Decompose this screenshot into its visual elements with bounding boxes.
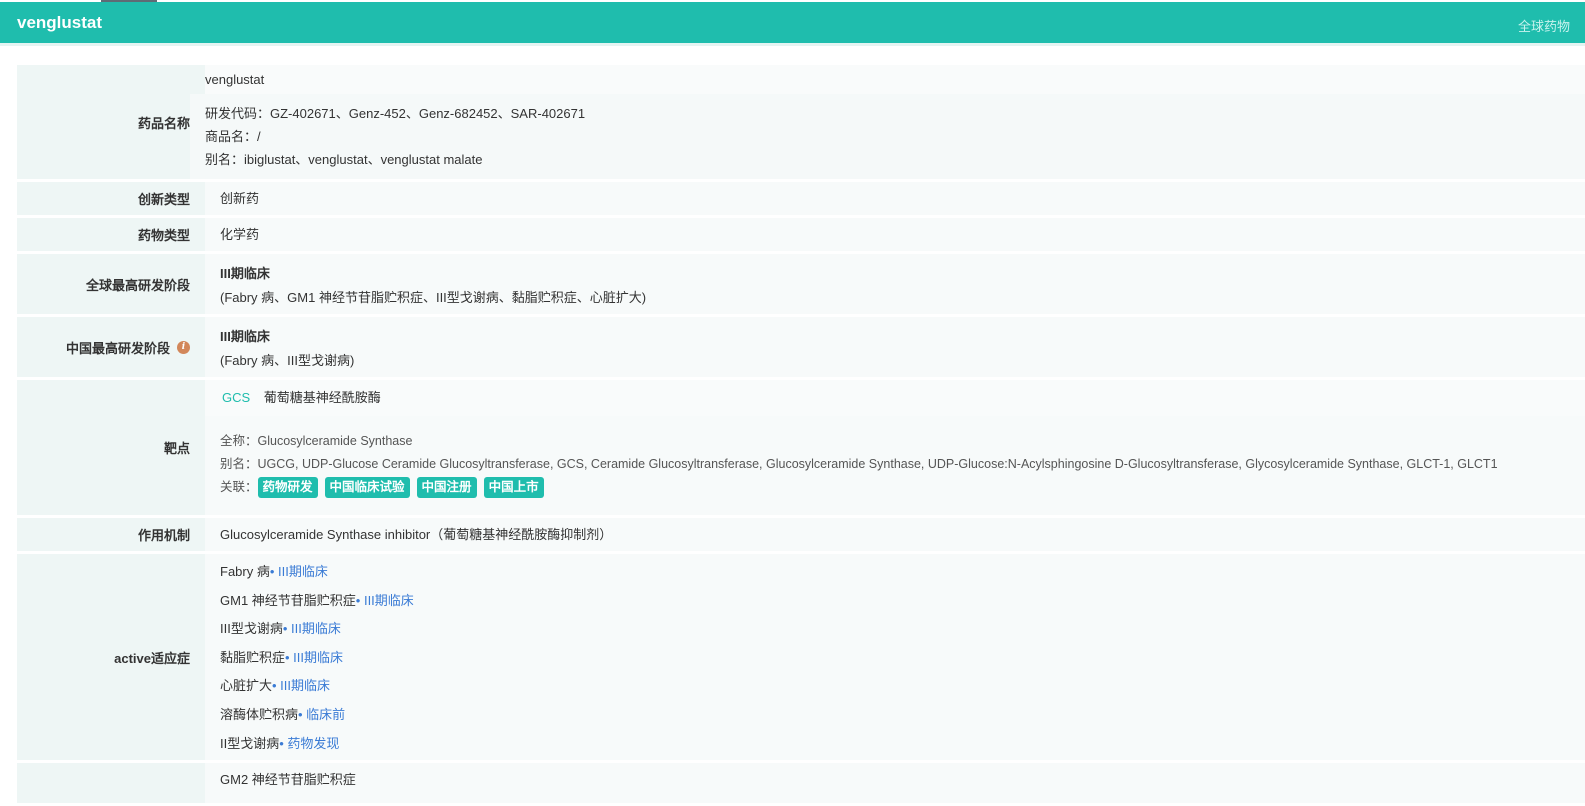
row-innovation: 创新类型 创新药 [17, 182, 1585, 215]
indication-name: 黏脂贮积症 [220, 649, 286, 665]
indication-item: III型戈谢病• III期临床 [220, 615, 1585, 644]
indication-item: 黏脂贮积症• III期临床 [220, 644, 1585, 673]
row-drug-type: 药物类型 化学药 [17, 218, 1585, 251]
row-target: 靶点 GCS 葡萄糖基神经酰胺酶 全称：Glucosylceramide Syn… [17, 380, 1585, 515]
partial-indication: GM2 神经节苷脂贮积症 [220, 772, 356, 787]
china-stage-detail: (Fabry 病、III型戈谢病) [220, 353, 355, 368]
value-drug-name: venglustat 研发代码：GZ-402671、Genz-452、Genz-… [190, 65, 1585, 179]
value-innovation: 创新药 [205, 182, 1585, 215]
label-china-stage-text: 中国最高研发阶段 [65, 340, 170, 356]
indication-name: 心脏扩大 [220, 678, 273, 694]
value-target: GCS 葡萄糖基神经酰胺酶 全称：Glucosylceramide Syntha… [205, 380, 1585, 515]
value-partial: GM2 神经节苷脂贮积症 [205, 763, 1585, 803]
target-full-name: 全称：Glucosylceramide Synthase [220, 434, 413, 448]
header-divider [0, 43, 1585, 46]
label-china-stage: 中国最高研发阶段 i [17, 317, 205, 377]
row-indications: active适应症 Fabry 病• III期临床 GM1 神经节苷脂贮积症• … [17, 554, 1585, 760]
drug-title: venglustat [17, 13, 103, 32]
drug-info-table: 药品名称 venglustat 研发代码：GZ-402671、Genz-452、… [17, 65, 1585, 806]
indication-stage-link[interactable]: • III期临床 [270, 564, 328, 579]
indication-item: GM1 神经节苷脂贮积症• III期临床 [220, 587, 1585, 616]
row-china-stage: 中国最高研发阶段 i III期临床 (Fabry 病、III型戈谢病) [17, 317, 1585, 377]
tag-china-registration[interactable]: 中国注册 [416, 477, 477, 498]
row-global-stage: 全球最高研发阶段 III期临床 (Fabry 病、GM1 神经节苷脂贮积症、II… [17, 254, 1585, 314]
target-related: 关联： 药物研发 中国临床试验 中国注册 中国上市 [220, 476, 1585, 499]
related-label: 关联： [220, 480, 258, 494]
target-code-link[interactable]: GCS [222, 390, 250, 405]
label-target: 靶点 [17, 380, 205, 515]
label-innovation: 创新类型 [17, 182, 205, 215]
tag-china-launch[interactable]: 中国上市 [483, 477, 544, 498]
indication-stage-link[interactable]: • III期临床 [283, 621, 341, 636]
row-drug-name: 药品名称 venglustat 研发代码：GZ-402671、Genz-452、… [17, 65, 1585, 179]
global-stage-detail: (Fabry 病、GM1 神经节苷脂贮积症、III型戈谢病、黏脂贮积症、心脏扩大… [220, 290, 647, 305]
indication-name: II型戈谢病 [220, 735, 280, 751]
indication-stage-link[interactable]: • 临床前 [298, 707, 345, 722]
value-global-stage: III期临床 (Fabry 病、GM1 神经节苷脂贮积症、III型戈谢病、黏脂贮… [205, 254, 1585, 314]
tag-drug-research[interactable]: 药物研发 [257, 477, 318, 498]
label-mechanism: 作用机制 [17, 518, 205, 551]
label-drug-name: 药品名称 [17, 65, 205, 179]
row-mechanism: 作用机制 Glucosylceramide Synthase inhibitor… [17, 518, 1585, 551]
global-stage-phase: III期临床 [220, 266, 270, 281]
indication-stage-link[interactable]: • III期临床 [272, 678, 330, 693]
indication-item: Fabry 病• III期临床 [220, 558, 1585, 587]
info-icon[interactable]: i [177, 340, 190, 354]
global-drug-link[interactable]: 全球药物 [1518, 16, 1570, 35]
label-partial [17, 763, 205, 803]
label-drug-type: 药物类型 [17, 218, 205, 251]
indication-name: III型戈谢病 [220, 621, 283, 637]
indication-stage-link[interactable]: • III期临床 [356, 593, 414, 608]
value-drug-type: 化学药 [205, 218, 1585, 251]
page-header: venglustat 全球药物 [0, 2, 1585, 43]
indication-name: Fabry 病 [220, 564, 270, 579]
indication-item: II型戈谢病• 药物发现 [220, 730, 1585, 759]
target-alias: 别名：UGCG, UDP-Glucose Ceramide Glucosyltr… [220, 457, 1498, 471]
indication-item: 溶酶体贮积病• 临床前 [220, 701, 1585, 730]
value-mechanism: Glucosylceramide Synthase inhibitor（葡萄糖基… [205, 518, 1585, 551]
indication-name: GM1 神经节苷脂贮积症 [220, 592, 356, 608]
drug-name-text: venglustat [205, 65, 1585, 94]
trade-name: 商品名：/ [205, 129, 261, 144]
indication-stage-link[interactable]: • III期临床 [285, 650, 343, 665]
indication-list: Fabry 病• III期临床 GM1 神经节苷脂贮积症• III期临床 III… [205, 554, 1585, 760]
indication-item: 心脏扩大• III期临床 [220, 672, 1585, 701]
drug-name-details: 研发代码：GZ-402671、Genz-452、Genz-682452、SAR-… [190, 94, 1585, 179]
target-details: 全称：Glucosylceramide Synthase 别名：UGCG, UD… [220, 416, 1585, 513]
target-header: GCS 葡萄糖基神经酰胺酶 [205, 380, 1585, 416]
target-cn-name: 葡萄糖基神经酰胺酶 [263, 390, 381, 405]
alias-names: 别名：ibiglustat、venglustat、venglustat mala… [205, 152, 483, 167]
research-code: 研发代码：GZ-402671、Genz-452、Genz-682452、SAR-… [205, 106, 586, 121]
row-partial: GM2 神经节苷脂贮积症 [17, 763, 1585, 803]
indication-name: 溶酶体贮积病 [220, 706, 299, 722]
tag-china-clinical-trial[interactable]: 中国临床试验 [324, 477, 410, 498]
value-china-stage: III期临床 (Fabry 病、III型戈谢病) [205, 317, 1585, 377]
china-stage-phase: III期临床 [220, 329, 270, 344]
indication-stage-link[interactable]: • 药物发现 [279, 736, 339, 751]
label-indications: active适应症 [17, 554, 205, 760]
label-global-stage: 全球最高研发阶段 [17, 254, 205, 314]
